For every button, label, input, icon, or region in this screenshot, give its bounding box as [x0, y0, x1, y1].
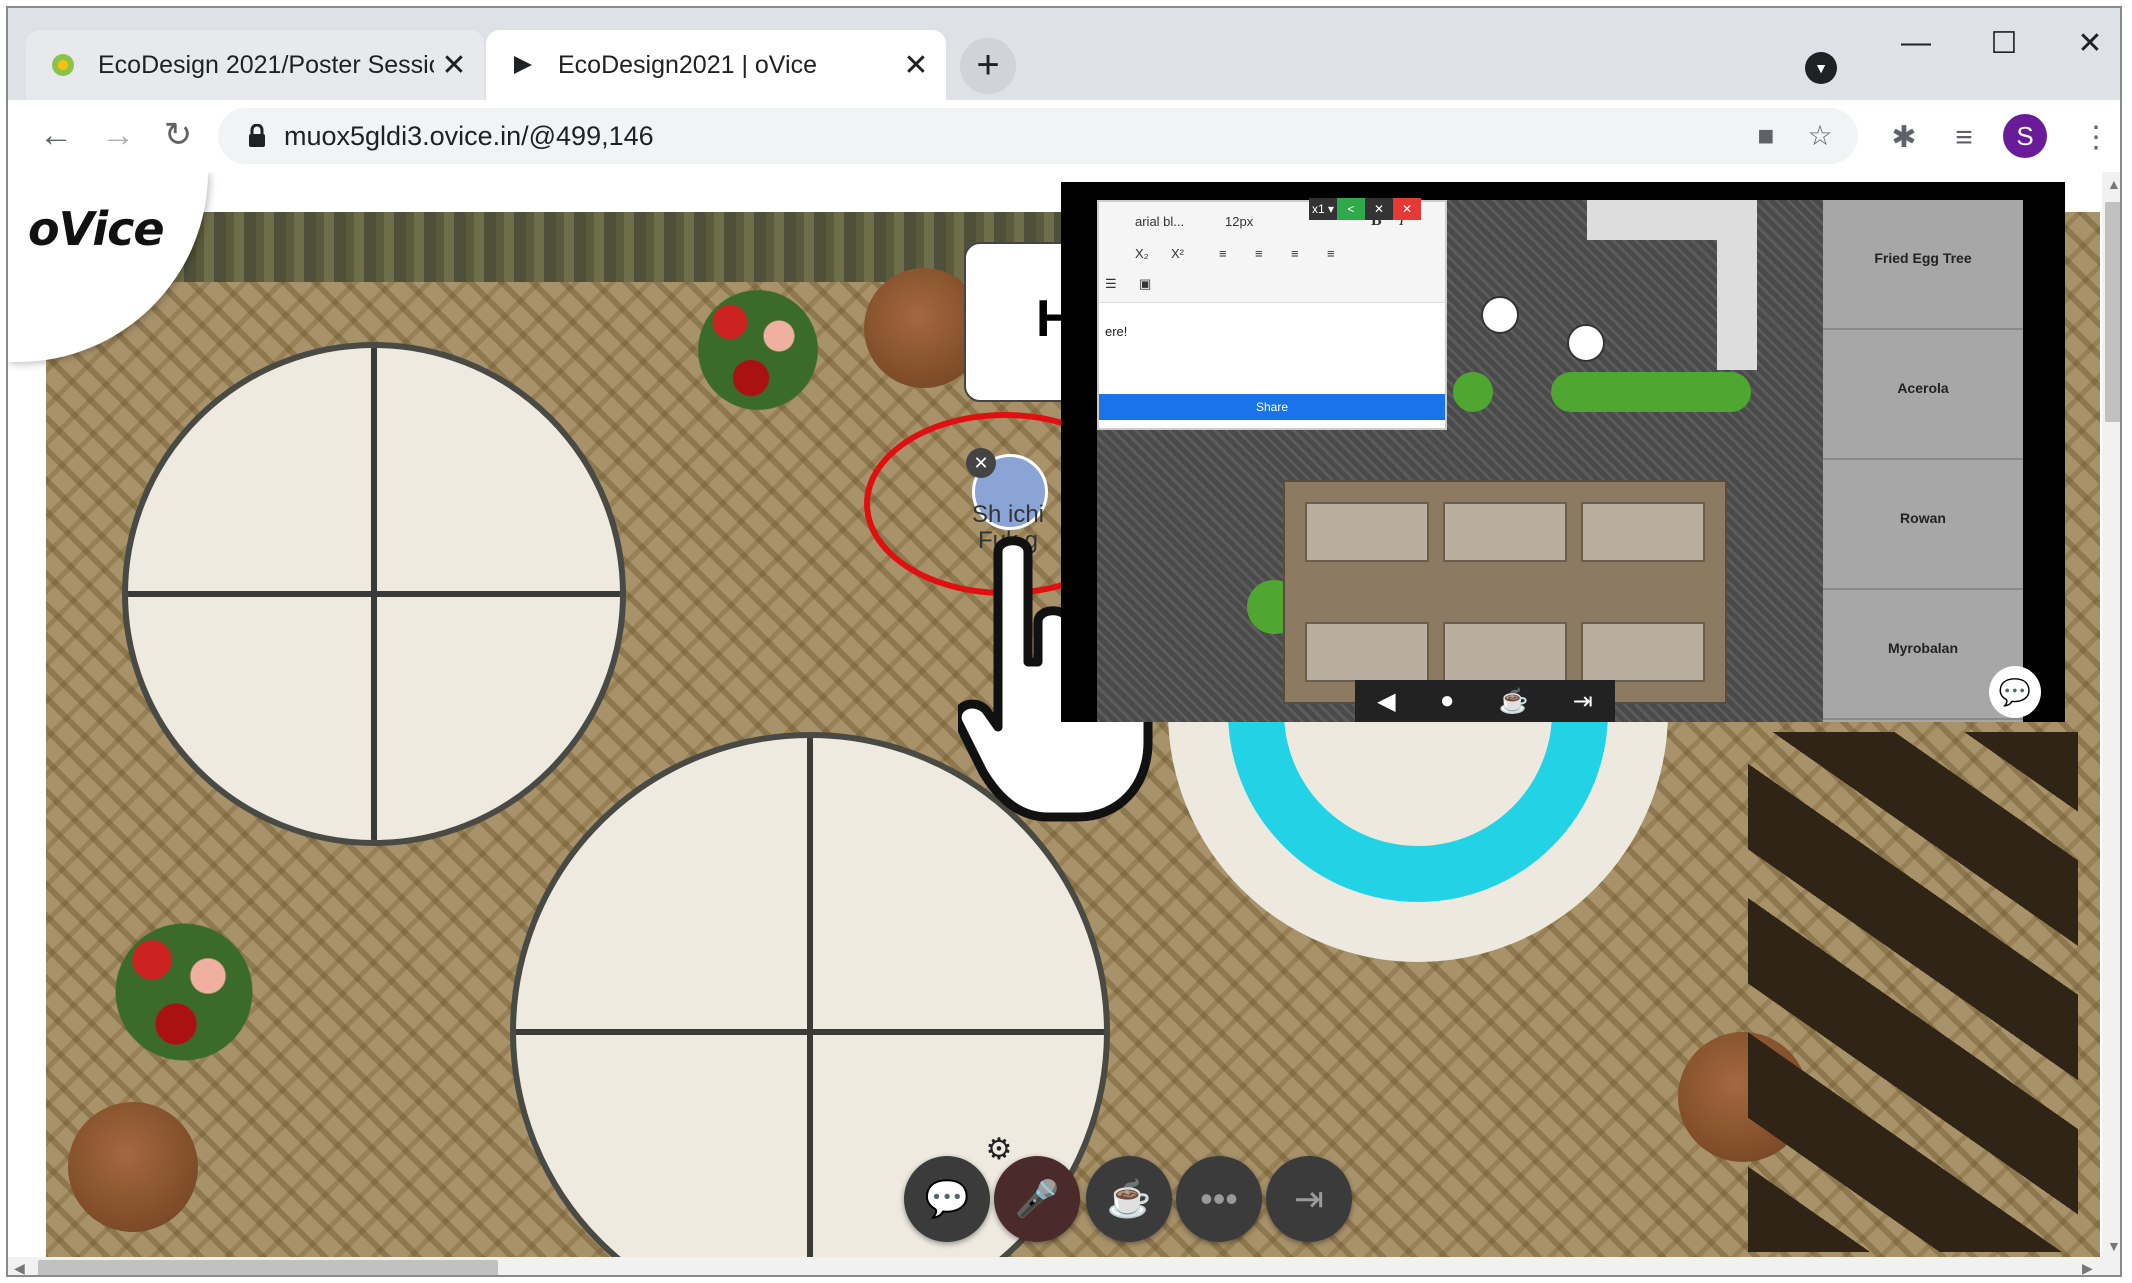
scroll-right-arrow-icon[interactable]: ▶ — [2082, 1260, 2093, 1275]
ovice-viewport: oVice H ✕ Sh ichi Fuk g Fried Egg Tree A… — [8, 172, 2120, 1275]
scroll-down-arrow-icon[interactable]: ▼ — [2107, 1238, 2120, 1254]
inset-room-list: Fried Egg Tree Acerola Rowan Myrobalan — [1823, 200, 2023, 722]
table-slot — [1581, 622, 1705, 682]
inset-sofa — [1587, 200, 1757, 370]
settings-gear-icon[interactable]: ⚙ — [983, 1134, 1015, 1166]
maximize-button[interactable]: ☐ — [1974, 26, 2034, 61]
table-slot — [1443, 622, 1567, 682]
scroll-left-arrow-icon[interactable]: ◀ — [14, 1260, 25, 1275]
lock-icon — [249, 124, 265, 147]
close-editor-icon[interactable]: ✕ — [1393, 198, 1421, 220]
fountain-water — [1228, 692, 1608, 902]
inset-chat-icon[interactable]: 💬 — [1989, 666, 2041, 718]
tab-title: EcoDesign2021 | oVice — [558, 50, 817, 79]
screen-share-inset[interactable]: Fried Egg Tree Acerola Rowan Myrobalan ◀… — [1061, 182, 2065, 722]
profile-avatar[interactable]: S — [2003, 114, 2047, 158]
ovice-favicon-icon — [514, 56, 532, 74]
inset-plant — [1453, 372, 1493, 412]
share-icon[interactable]: < — [1337, 198, 1365, 220]
align-left-icon[interactable]: ≡ — [1219, 246, 1227, 261]
reload-button[interactable]: ↻ — [154, 112, 202, 160]
inset-table — [1283, 480, 1727, 704]
inset-megaphone-icon[interactable]: ◀ — [1377, 687, 1395, 716]
bookmark-star-icon[interactable]: ☆ — [1802, 118, 1838, 154]
share-button[interactable]: Share — [1099, 394, 1445, 420]
inset-coffee-icon[interactable]: ☕ — [1499, 687, 1529, 716]
editor-top-buttons: x1 ▾ < ✕ ✕ — [1309, 198, 1421, 220]
list-icon[interactable]: ☰ — [1105, 276, 1117, 292]
table-slot — [1581, 502, 1705, 562]
inset-avatar[interactable] — [1481, 296, 1519, 334]
tab-close-icon[interactable]: ✕ — [896, 48, 936, 83]
address-url[interactable]: muox5gldi3.ovice.in/@499,146 — [284, 108, 654, 164]
subscript-button[interactable]: X₂ — [1135, 246, 1149, 261]
extensions-icon[interactable]: ✱ — [1884, 118, 1924, 158]
mic-muted-button[interactable]: 🎤 — [994, 1156, 1080, 1242]
browser-toolbar: ← → ↻ muox5gldi3.ovice.in/@499,146 ■ ☆ ✱… — [8, 100, 2120, 173]
coffee-break-button[interactable]: ☕ — [1086, 1156, 1172, 1242]
round-rug — [122, 342, 626, 846]
align-center-icon[interactable]: ≡ — [1255, 246, 1263, 261]
table-slot — [1443, 502, 1567, 562]
align-right-icon[interactable]: ≡ — [1291, 246, 1299, 261]
flower-bouquet — [104, 912, 264, 1072]
inset-avatar[interactable] — [1567, 324, 1605, 362]
reading-list-icon[interactable]: ≡ — [1944, 118, 1984, 158]
browser-window: EcoDesign 2021/Poster Session & ✕ EcoDes… — [6, 6, 2122, 1277]
horizontal-scrollbar[interactable]: ◀ ▶ — [8, 1257, 2102, 1275]
tab-bar: EcoDesign 2021/Poster Session & ✕ EcoDes… — [8, 8, 2120, 100]
table-slot — [1305, 502, 1429, 562]
table-slot — [1305, 622, 1429, 682]
size-select[interactable]: 12px — [1225, 214, 1253, 229]
align-justify-icon[interactable]: ≡ — [1327, 246, 1335, 261]
expand-icon[interactable]: ✕ — [1365, 198, 1393, 220]
minimize-button[interactable]: — — [1886, 26, 1946, 60]
wooden-benches — [1748, 732, 2078, 1252]
back-button[interactable]: ← — [32, 112, 80, 160]
new-tab-button[interactable]: + — [960, 38, 1016, 94]
menu-kebab-icon[interactable]: ⋮ — [2076, 118, 2116, 158]
round-stool — [68, 1102, 198, 1232]
room-label[interactable]: Fried Egg Tree — [1823, 200, 2023, 330]
vertical-scroll-thumb[interactable] — [2105, 202, 2120, 422]
close-window-button[interactable]: ✕ — [2060, 26, 2120, 61]
ovice-logo[interactable]: oVice — [28, 202, 165, 256]
editor-content[interactable]: ere! — [1105, 324, 1127, 339]
address-bar[interactable]: muox5gldi3.ovice.in/@499,146 ■ ☆ — [218, 108, 1858, 164]
more-options-button[interactable]: ••• — [1176, 1156, 1262, 1242]
exit-button[interactable]: ⇥ — [1266, 1156, 1352, 1242]
scroll-up-arrow-icon[interactable]: ▲ — [2107, 176, 2120, 192]
text-editor-panel[interactable]: arial bl... 12px B I X₂ X² ≡ ≡ ≡ ≡ ☰ ▣ x… — [1097, 198, 1447, 430]
zoom-select[interactable]: x1 ▾ — [1309, 198, 1337, 220]
camera-icon[interactable]: ■ — [1748, 118, 1784, 154]
tab-ovice[interactable]: EcoDesign2021 | oVice ✕ — [486, 30, 946, 100]
inset-plants — [1551, 372, 1751, 412]
media-control-icon[interactable]: ▼ — [1805, 52, 1837, 84]
chat-button[interactable]: 💬 — [904, 1156, 990, 1242]
tab-poster-session[interactable]: EcoDesign 2021/Poster Session & ✕ — [26, 30, 484, 100]
tab-title: EcoDesign 2021/Poster Session & — [98, 50, 434, 79]
superscript-button[interactable]: X² — [1171, 246, 1184, 261]
forward-button[interactable]: → — [94, 112, 142, 160]
vertical-scrollbar[interactable]: ▲ ▼ — [2102, 172, 2120, 1275]
room-label[interactable]: Acerola — [1823, 330, 2023, 460]
horizontal-scroll-thumb[interactable] — [38, 1260, 498, 1275]
flower-bouquet — [688, 280, 828, 420]
inset-exit-icon[interactable]: ⇥ — [1573, 687, 1593, 716]
inset-control-bar: ◀ ● ☕ ⇥ — [1355, 680, 1615, 722]
image-icon[interactable]: ▣ — [1139, 276, 1151, 292]
tab-close-icon[interactable]: ✕ — [434, 48, 474, 83]
font-select[interactable]: arial bl... — [1135, 214, 1184, 229]
room-label[interactable]: Rowan — [1823, 460, 2023, 590]
ecodesign-favicon-icon — [52, 54, 74, 76]
inset-mic-icon[interactable]: ● — [1440, 687, 1455, 715]
